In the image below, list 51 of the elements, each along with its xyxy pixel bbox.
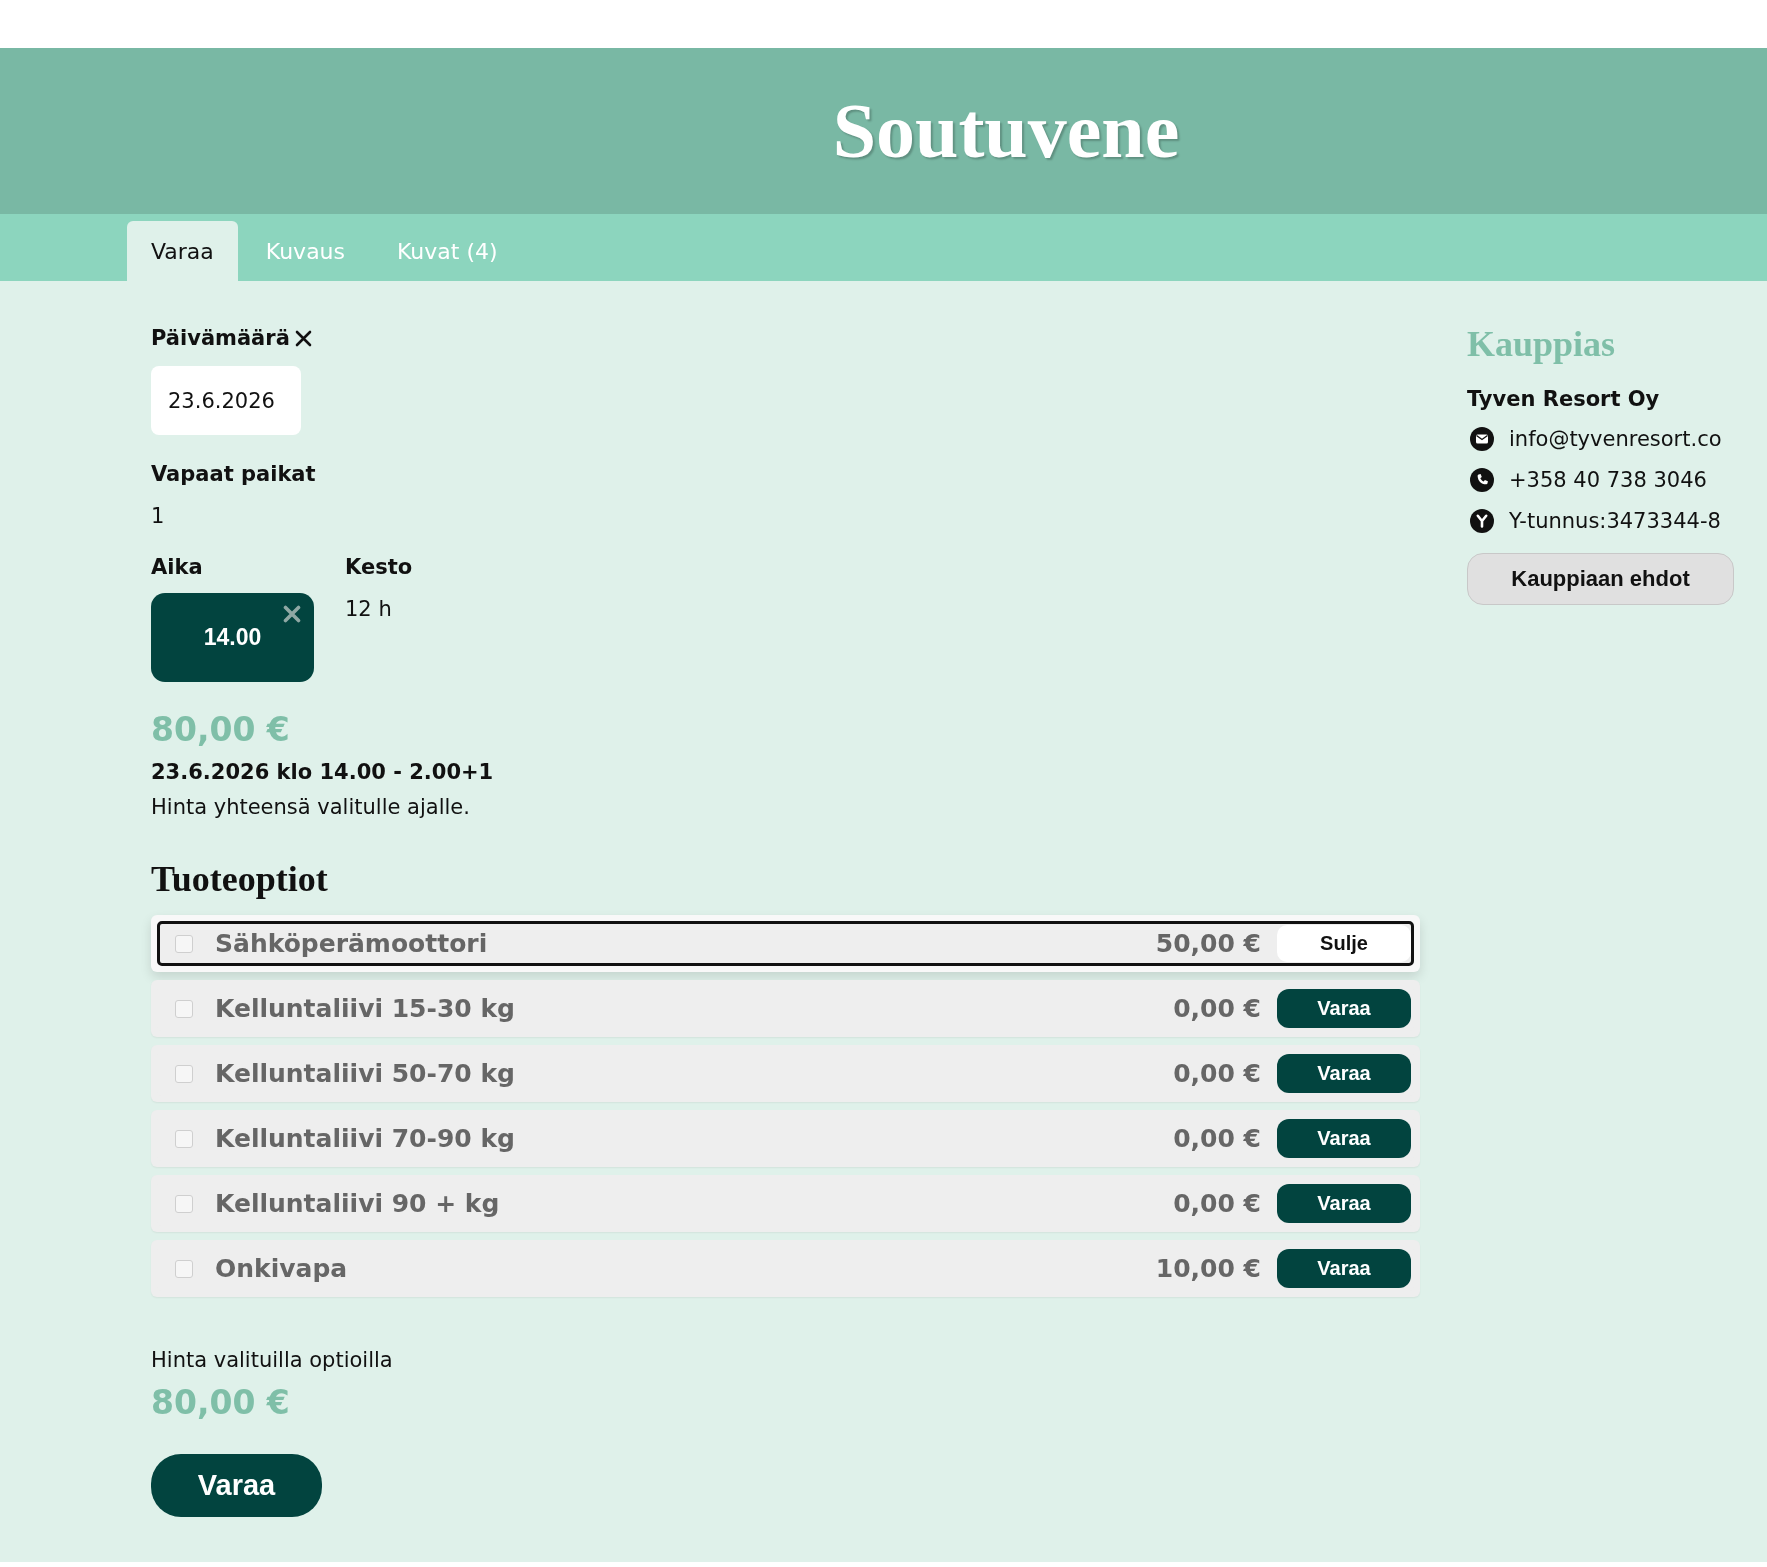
submit-button[interactable]: Varaa	[151, 1454, 322, 1517]
summary-text: 23.6.2026 klo 14.00 - 2.00+1	[151, 759, 494, 786]
note-text: Hinta yhteensä valitulle ajalle.	[151, 794, 470, 821]
merchant-name: Tyven Resort Oy	[1467, 386, 1660, 413]
phone-icon	[1470, 467, 1494, 492]
checkbox[interactable]	[175, 1259, 193, 1278]
field-label: Vapaat paikat	[151, 461, 316, 487]
field-label: Päivämäärä	[151, 325, 290, 351]
contact-text: +358 40 738 3046	[1509, 467, 1707, 492]
tab[interactable]: Varaa	[127, 221, 238, 281]
option-name: Sähköperämoottori	[215, 929, 488, 958]
contact-text: Y-tunnus:3473344-8	[1509, 508, 1721, 533]
option-name: Kelluntaliivi 15-30 kg	[215, 994, 515, 1023]
checkbox[interactable]	[175, 999, 193, 1018]
y-badge-icon	[1470, 508, 1494, 533]
checkbox[interactable]	[175, 1064, 193, 1083]
option-price: 0,00 €	[1173, 1189, 1261, 1218]
checkbox[interactable]	[175, 1194, 193, 1213]
option-price: 0,00 €	[1173, 1124, 1261, 1153]
option-name: Onkivapa	[215, 1254, 348, 1283]
price-text: 80,00 €	[151, 709, 290, 751]
option-price: 10,00 €	[1155, 1254, 1261, 1283]
contact-text: info@tyvenresort.co	[1509, 426, 1722, 451]
value-text: 12 h	[345, 596, 392, 622]
section-title: Tuoteoptiot	[151, 858, 328, 901]
terms-button[interactable]: Kauppiaan ehdot	[1467, 553, 1734, 605]
date-input[interactable]: 23.6.2026	[151, 366, 301, 435]
checkbox[interactable]	[175, 934, 193, 953]
book-button[interactable]: Varaa	[1277, 1119, 1411, 1158]
book-button[interactable]: Varaa	[1277, 1249, 1411, 1288]
value-text: 1	[151, 503, 165, 529]
option-price: 0,00 €	[1173, 1059, 1261, 1088]
total-price: 80,00 €	[151, 1382, 290, 1424]
envelope-icon	[1470, 426, 1494, 451]
option-name: Kelluntaliivi 70-90 kg	[215, 1124, 515, 1153]
close-button[interactable]: Sulje	[1277, 925, 1411, 962]
checkbox[interactable]	[175, 1129, 193, 1148]
close-icon[interactable]	[294, 329, 312, 347]
field-label: Aika	[151, 554, 203, 580]
field-label: Kesto	[345, 554, 413, 580]
book-button[interactable]: Varaa	[1277, 1054, 1411, 1093]
book-button[interactable]: Varaa	[1277, 1184, 1411, 1223]
option-price: 50,00 €	[1155, 929, 1261, 958]
option-price: 0,00 €	[1173, 994, 1261, 1023]
book-button[interactable]: Varaa	[1277, 989, 1411, 1028]
option-name: Kelluntaliivi 50-70 kg	[215, 1059, 515, 1088]
sidebar-title: Kauppias	[1467, 323, 1616, 366]
time-slot-button[interactable]: 14.00	[151, 593, 314, 682]
option-name: Kelluntaliivi 90 + kg	[215, 1189, 500, 1218]
page-title: Soutuvene	[832, 92, 1180, 170]
total-label: Hinta valituilla optioilla	[151, 1347, 393, 1374]
